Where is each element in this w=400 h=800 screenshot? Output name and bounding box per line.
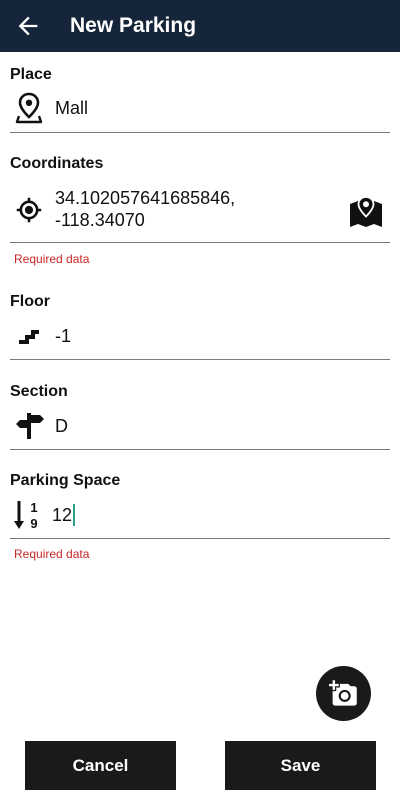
sort-icon-bottom-digit: 9 <box>30 516 37 531</box>
parking-space-underline <box>10 538 390 539</box>
coordinates-input[interactable]: 34.102057641685846, -118.34070 <box>55 187 235 231</box>
sort-icon-top-digit: 1 <box>30 500 37 515</box>
location-pin-icon <box>15 92 43 124</box>
section-label: Section <box>10 383 68 400</box>
stairs-icon <box>19 330 39 344</box>
coordinates-label: Coordinates <box>10 155 104 172</box>
parking-space-value: 12 <box>52 505 73 525</box>
parking-space-error: Required data <box>14 547 90 561</box>
floor-input[interactable]: -1 <box>55 325 71 347</box>
parking-space-input[interactable]: 12 <box>52 504 76 526</box>
place-label: Place <box>10 66 52 83</box>
coordinates-latitude: 34.102057641685846, <box>55 188 236 208</box>
arrow-back-icon <box>18 16 38 36</box>
cancel-button[interactable]: Cancel <box>25 741 176 790</box>
coordinates-error: Required data <box>14 252 90 266</box>
page-title: New Parking <box>70 14 197 37</box>
sort-numeric-icon: 1 9 <box>14 500 38 531</box>
app-bar: New Parking <box>0 0 400 52</box>
text-caret <box>73 504 76 526</box>
save-button[interactable]: Save <box>225 741 376 790</box>
map-icon <box>350 196 382 227</box>
section-input[interactable]: D <box>55 415 68 437</box>
section-underline <box>10 449 390 450</box>
parking-space-label: Parking Space <box>10 472 121 489</box>
gps-target-icon <box>16 197 42 223</box>
place-input[interactable]: Mall <box>55 97 88 119</box>
place-underline <box>10 132 390 133</box>
signpost-icon <box>16 413 44 439</box>
add-photo-button[interactable] <box>316 666 371 721</box>
coordinates-underline <box>10 242 390 243</box>
floor-underline <box>10 359 390 360</box>
back-button[interactable] <box>14 12 42 40</box>
add-photo-icon <box>329 680 357 706</box>
floor-label: Floor <box>10 293 50 310</box>
pick-on-map-button[interactable] <box>348 194 384 230</box>
coordinates-longitude: -118.34070 <box>55 210 145 230</box>
